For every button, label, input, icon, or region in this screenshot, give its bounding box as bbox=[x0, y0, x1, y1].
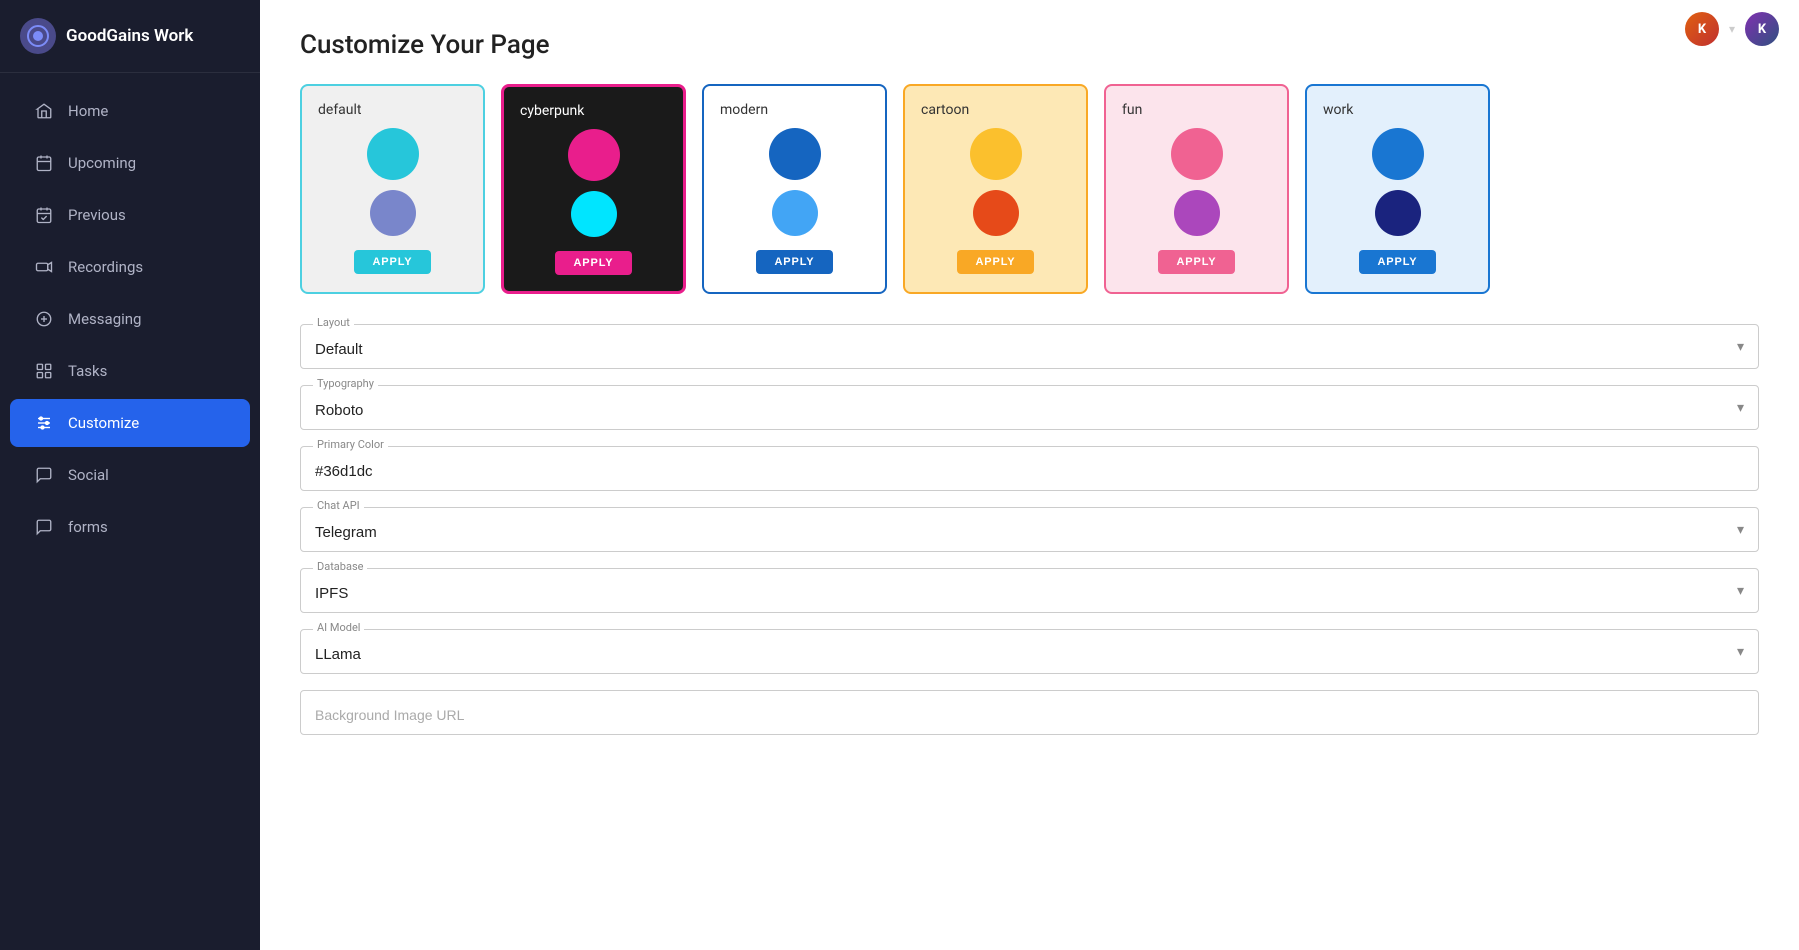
background-url-field-group bbox=[300, 690, 1759, 735]
sidebar-header: GoodGains Work bbox=[0, 0, 260, 73]
theme-default-circle-primary bbox=[367, 128, 419, 180]
theme-work-circles bbox=[1372, 128, 1424, 236]
typography-select[interactable]: Roboto Open Sans Lato Montserrat bbox=[301, 386, 1758, 429]
theme-cartoon-apply-button[interactable]: APPLY bbox=[957, 250, 1033, 274]
chat-api-select[interactable]: Telegram Discord Slack Matrix bbox=[301, 508, 1758, 551]
theme-fun-circles bbox=[1171, 128, 1223, 236]
sidebar-item-social-label: Social bbox=[68, 466, 109, 484]
sidebar-item-tasks-label: Tasks bbox=[68, 362, 107, 380]
sidebar-item-forms[interactable]: forms bbox=[10, 503, 250, 551]
tasks-icon bbox=[34, 361, 54, 381]
database-select[interactable]: IPFS Firebase Supabase MongoDB bbox=[301, 569, 1758, 612]
sidebar-item-social[interactable]: Social bbox=[10, 451, 250, 499]
sidebar-item-tasks[interactable]: Tasks bbox=[10, 347, 250, 395]
theme-cyberpunk-circle-primary bbox=[568, 129, 620, 181]
sidebar-item-recordings[interactable]: Recordings bbox=[10, 243, 250, 291]
sidebar-item-recordings-label: Recordings bbox=[68, 258, 143, 276]
layout-field-group: Layout Default Compact Wide ▾ bbox=[300, 324, 1759, 369]
theme-cyberpunk-circle-secondary bbox=[571, 191, 617, 237]
recordings-icon bbox=[34, 257, 54, 277]
theme-card-cyberpunk[interactable]: cyberpunk APPLY bbox=[501, 84, 686, 294]
theme-card-work[interactable]: work APPLY bbox=[1305, 84, 1490, 294]
theme-modern-name: modern bbox=[720, 102, 768, 118]
sidebar: GoodGains Work Home Upcoming Previous bbox=[0, 0, 260, 950]
header-dropdown-chevron-icon[interactable]: ▾ bbox=[1729, 22, 1735, 36]
theme-cyberpunk-circles bbox=[568, 129, 620, 237]
theme-fun-circle-secondary bbox=[1174, 190, 1220, 236]
theme-card-cartoon[interactable]: cartoon APPLY bbox=[903, 84, 1088, 294]
background-url-input[interactable] bbox=[301, 691, 1758, 734]
theme-cards-row: default APPLY cyberpunk APPLY modern APP… bbox=[300, 84, 1759, 294]
theme-work-circle-primary bbox=[1372, 128, 1424, 180]
theme-card-default[interactable]: default APPLY bbox=[300, 84, 485, 294]
sidebar-item-previous[interactable]: Previous bbox=[10, 191, 250, 239]
theme-cartoon-circle-secondary bbox=[973, 190, 1019, 236]
sidebar-item-forms-label: forms bbox=[68, 518, 108, 536]
previous-icon bbox=[34, 205, 54, 225]
theme-cyberpunk-name: cyberpunk bbox=[520, 103, 584, 119]
forms-icon bbox=[34, 517, 54, 537]
primary-color-label: Primary Color bbox=[313, 438, 388, 451]
theme-fun-circle-primary bbox=[1171, 128, 1223, 180]
sidebar-item-messaging[interactable]: Messaging bbox=[10, 295, 250, 343]
layout-label: Layout bbox=[313, 316, 354, 329]
typography-label: Typography bbox=[313, 377, 378, 390]
brand-name: GoodGains Work bbox=[66, 26, 193, 46]
theme-cyberpunk-apply-button[interactable]: APPLY bbox=[555, 251, 631, 275]
chat-api-label: Chat API bbox=[313, 499, 364, 512]
theme-modern-apply-button[interactable]: APPLY bbox=[756, 250, 832, 274]
sidebar-item-home-label: Home bbox=[68, 102, 108, 120]
database-label: Database bbox=[313, 560, 367, 573]
sidebar-item-customize-label: Customize bbox=[68, 414, 139, 432]
theme-modern-circle-primary bbox=[769, 128, 821, 180]
theme-work-apply-button[interactable]: APPLY bbox=[1359, 250, 1435, 274]
sidebar-item-home[interactable]: Home bbox=[10, 87, 250, 135]
layout-select[interactable]: Default Compact Wide bbox=[301, 325, 1758, 368]
social-icon bbox=[34, 465, 54, 485]
avatar-secondary-initials: K bbox=[1758, 22, 1766, 37]
theme-default-name: default bbox=[318, 102, 362, 118]
ai-model-select[interactable]: LLama GPT-4 Claude Mistral bbox=[301, 630, 1758, 673]
theme-modern-circles bbox=[769, 128, 821, 236]
primary-color-input[interactable]: #36d1dc bbox=[301, 447, 1758, 490]
database-field-group: Database IPFS Firebase Supabase MongoDB … bbox=[300, 568, 1759, 613]
ai-model-label: AI Model bbox=[313, 621, 364, 634]
avatar-secondary[interactable]: K bbox=[1745, 12, 1779, 46]
messaging-icon bbox=[34, 309, 54, 329]
typography-field-group: Typography Roboto Open Sans Lato Montser… bbox=[300, 385, 1759, 430]
avatar-primary-initials: K bbox=[1698, 22, 1706, 37]
customize-icon bbox=[34, 413, 54, 433]
theme-default-apply-button[interactable]: APPLY bbox=[354, 250, 430, 274]
theme-default-circle-secondary bbox=[370, 190, 416, 236]
home-icon bbox=[34, 101, 54, 121]
theme-work-name: work bbox=[1323, 102, 1353, 118]
sidebar-item-previous-label: Previous bbox=[68, 206, 126, 224]
sidebar-nav: Home Upcoming Previous Recordings bbox=[0, 73, 260, 950]
header-right: K ▾ K bbox=[1685, 12, 1779, 46]
sidebar-item-upcoming-label: Upcoming bbox=[68, 154, 136, 172]
chat-api-field-group: Chat API Telegram Discord Slack Matrix ▾ bbox=[300, 507, 1759, 552]
page-title: Customize Your Page bbox=[300, 30, 1759, 60]
app-logo bbox=[20, 18, 56, 54]
primary-color-field-group: Primary Color #36d1dc bbox=[300, 446, 1759, 491]
theme-modern-circle-secondary bbox=[772, 190, 818, 236]
main-content: Customize Your Page default APPLY cyberp… bbox=[260, 0, 1799, 950]
sidebar-item-customize[interactable]: Customize bbox=[10, 399, 250, 447]
theme-cartoon-name: cartoon bbox=[921, 102, 969, 118]
avatar-primary[interactable]: K bbox=[1685, 12, 1719, 46]
theme-cartoon-circle-primary bbox=[970, 128, 1022, 180]
upcoming-icon bbox=[34, 153, 54, 173]
customize-form: Layout Default Compact Wide ▾ Typography… bbox=[300, 324, 1759, 751]
theme-default-circles bbox=[367, 128, 419, 236]
theme-card-modern[interactable]: modern APPLY bbox=[702, 84, 887, 294]
sidebar-item-upcoming[interactable]: Upcoming bbox=[10, 139, 250, 187]
theme-cartoon-circles bbox=[970, 128, 1022, 236]
theme-work-circle-secondary bbox=[1375, 190, 1421, 236]
ai-model-field-group: AI Model LLama GPT-4 Claude Mistral ▾ bbox=[300, 629, 1759, 674]
sidebar-item-messaging-label: Messaging bbox=[68, 310, 141, 328]
theme-card-fun[interactable]: fun APPLY bbox=[1104, 84, 1289, 294]
theme-fun-name: fun bbox=[1122, 102, 1142, 118]
theme-fun-apply-button[interactable]: APPLY bbox=[1158, 250, 1234, 274]
